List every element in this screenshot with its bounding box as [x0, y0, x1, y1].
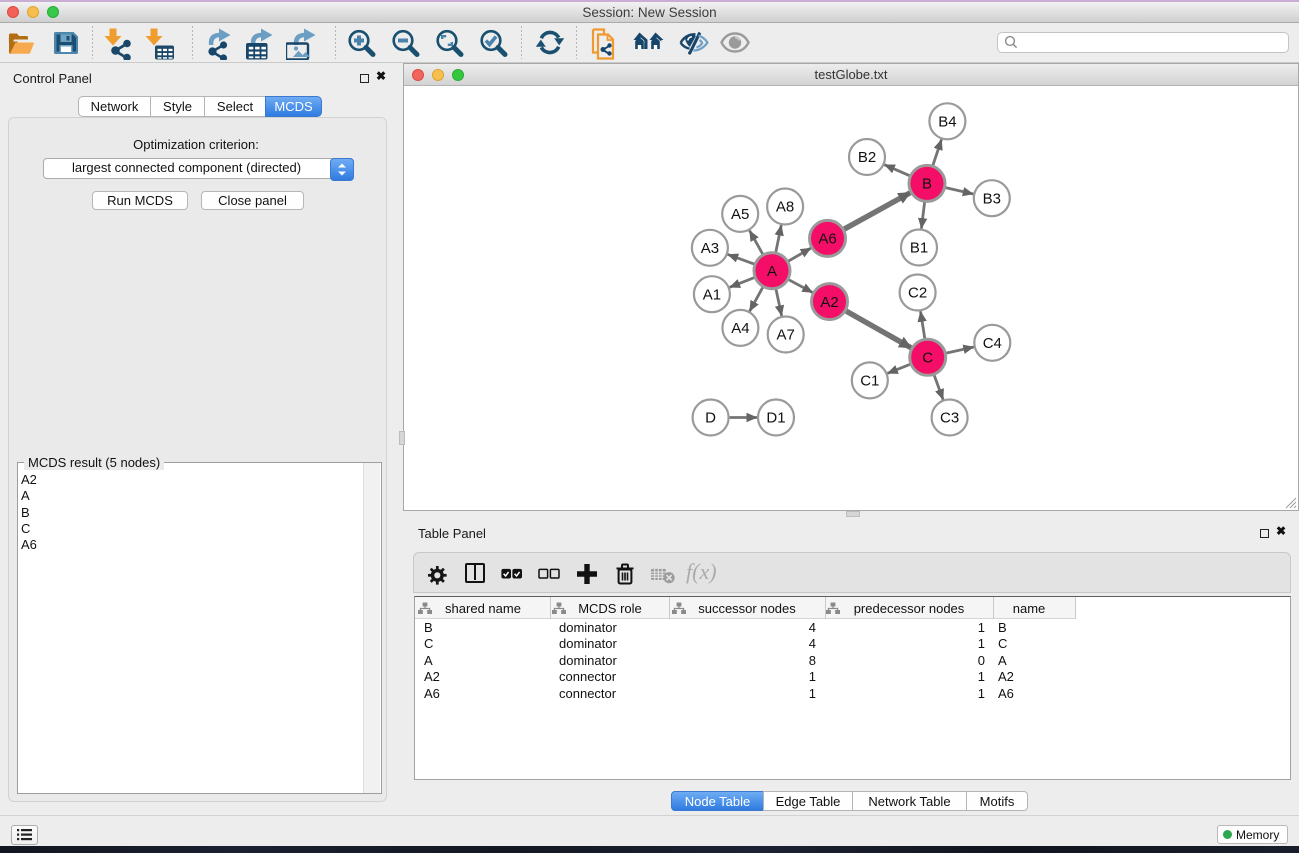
- svg-text:A1: A1: [703, 286, 721, 303]
- svg-text:A3: A3: [701, 240, 719, 257]
- svg-text:C: C: [922, 350, 933, 367]
- svg-text:B3: B3: [983, 190, 1001, 207]
- svg-text:A7: A7: [777, 327, 795, 344]
- svg-text:A6: A6: [818, 231, 836, 248]
- svg-text:B4: B4: [938, 114, 956, 131]
- svg-text:B1: B1: [910, 240, 928, 257]
- svg-text:C3: C3: [940, 410, 959, 427]
- svg-text:D1: D1: [766, 410, 785, 427]
- svg-text:A8: A8: [776, 199, 794, 216]
- svg-text:C4: C4: [983, 335, 1002, 352]
- svg-text:C1: C1: [860, 373, 879, 390]
- svg-text:C2: C2: [908, 285, 927, 302]
- svg-text:A2: A2: [820, 294, 838, 311]
- svg-text:D: D: [705, 410, 716, 427]
- svg-text:A4: A4: [731, 320, 749, 337]
- svg-text:A5: A5: [731, 206, 749, 223]
- svg-text:A: A: [767, 263, 777, 280]
- svg-text:B: B: [922, 176, 932, 193]
- svg-text:B2: B2: [858, 149, 876, 166]
